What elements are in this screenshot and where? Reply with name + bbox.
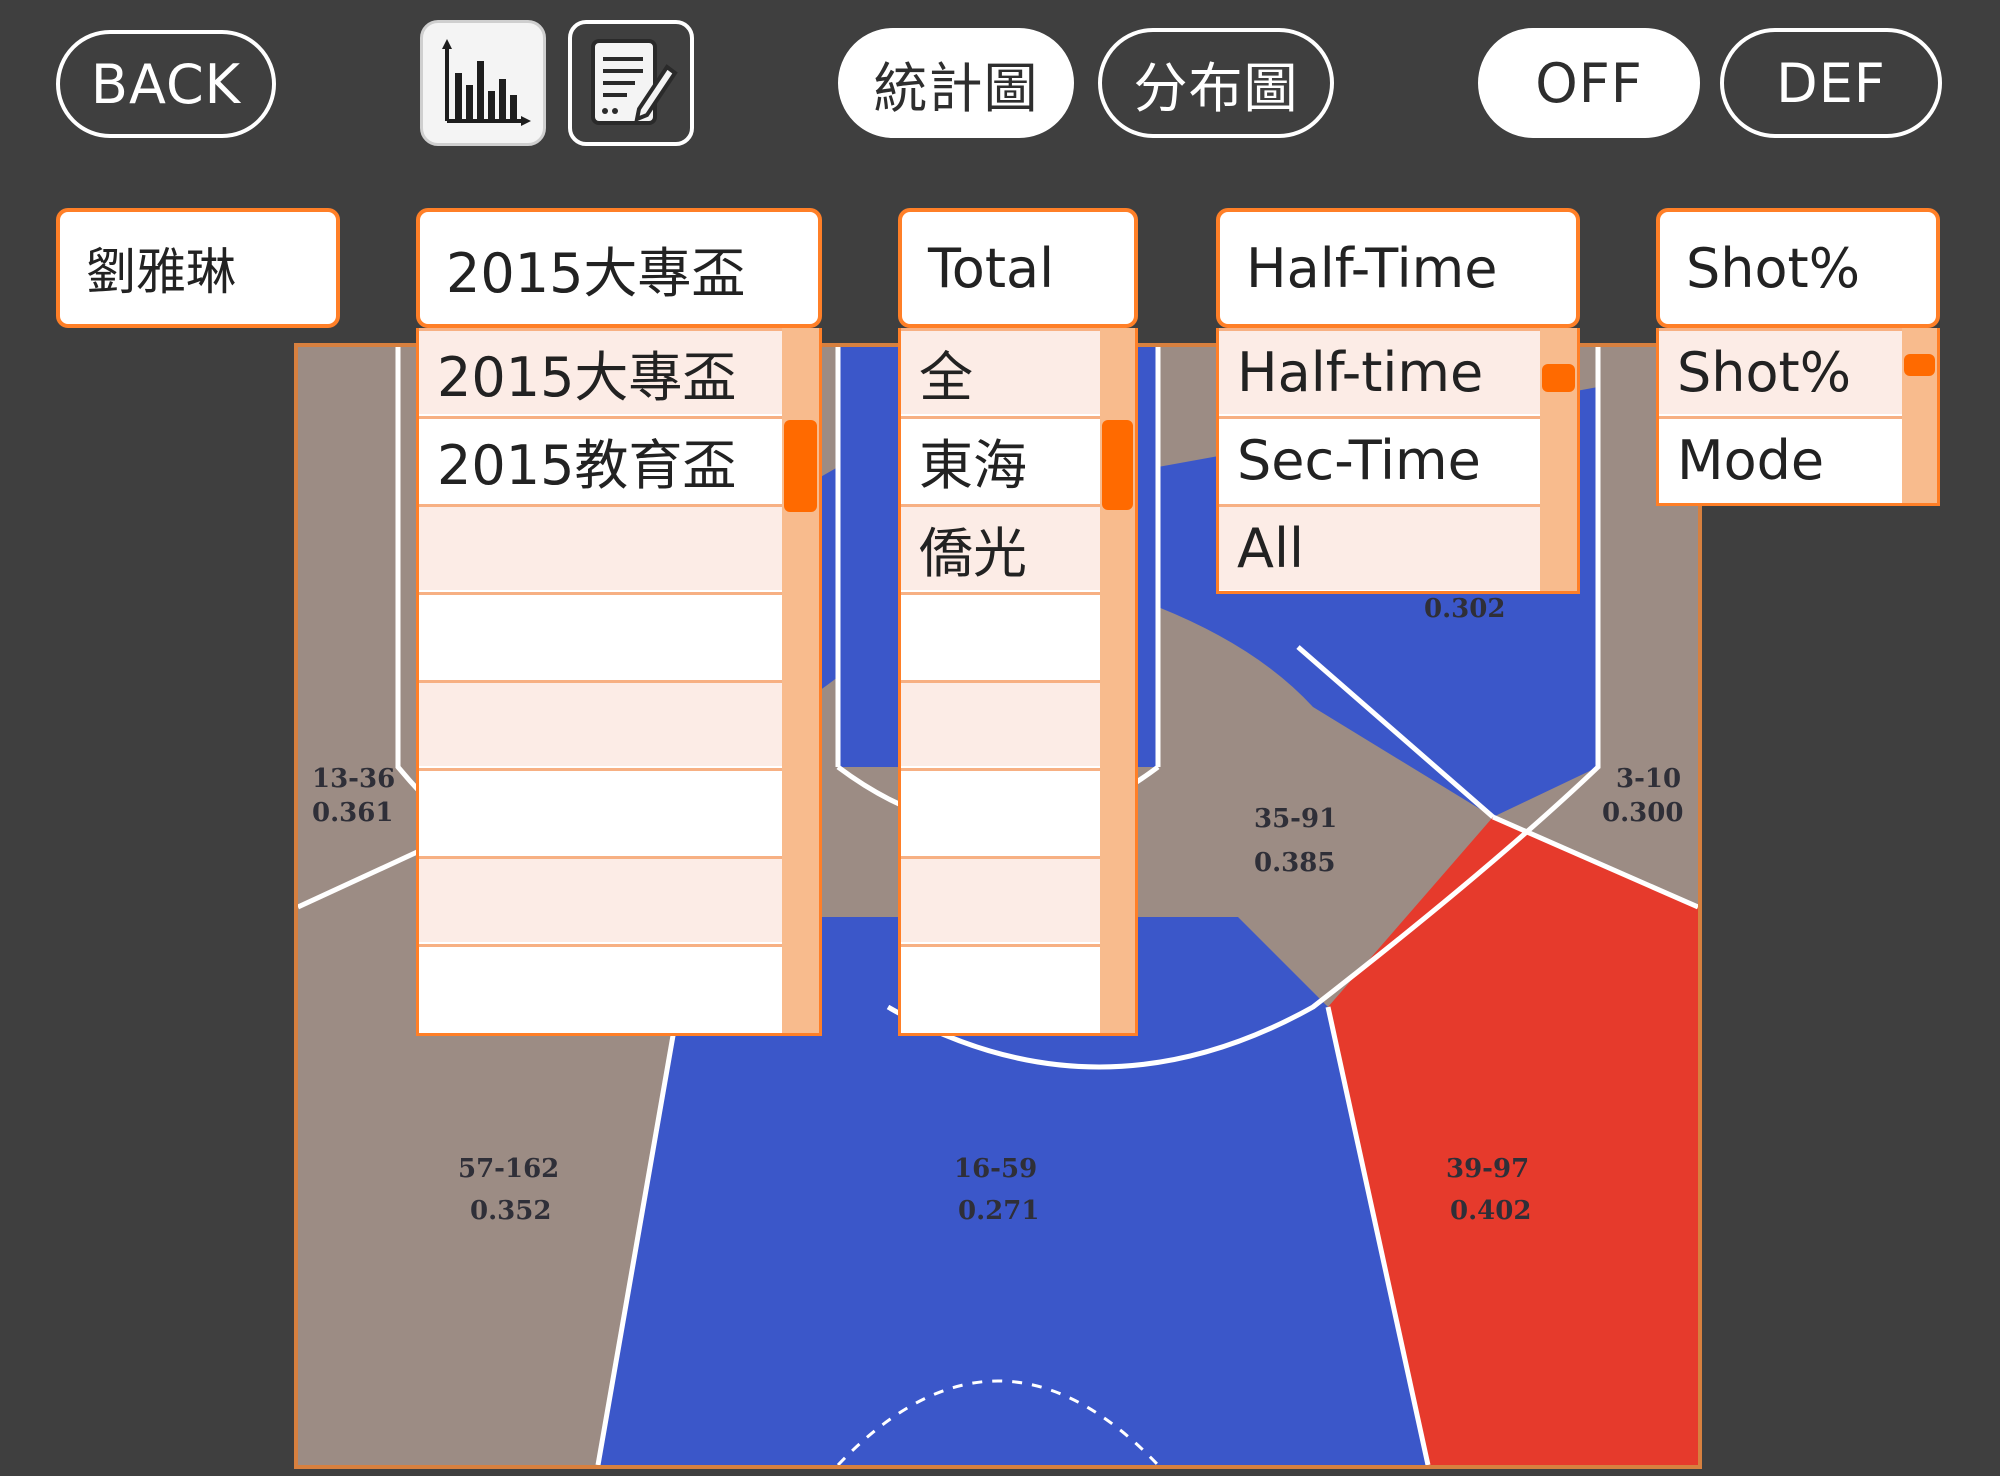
period-select-value: Half-Time xyxy=(1246,236,1498,300)
tournament-select-value: 2015大專盃 xyxy=(446,241,746,305)
tab-offense-label: OFF xyxy=(1535,51,1643,115)
opponent-select[interactable]: Total xyxy=(898,208,1138,328)
opponent-select-value: Total xyxy=(928,236,1055,300)
dropdown-option[interactable]: All xyxy=(1219,504,1543,590)
dropdown-option[interactable] xyxy=(419,592,785,678)
option-label: 2015大專盃 xyxy=(437,346,737,409)
zone-label-made: 57-162 xyxy=(458,1154,559,1184)
zone-label-made: 13-36 xyxy=(312,764,395,794)
zone-label-pct: 0.385 xyxy=(1254,848,1335,878)
zone-label-pct: 0.361 xyxy=(312,798,393,828)
option-label: 2015教育盃 xyxy=(437,434,737,497)
tab-stats-chart-label: 統計圖 xyxy=(873,56,1039,120)
dropdown-scrollbar[interactable] xyxy=(1540,328,1577,591)
tournament-dropdown[interactable]: 2015大專盃 2015教育盃 xyxy=(416,328,822,1036)
zone-label-pct: 0.302 xyxy=(1424,594,1505,624)
player-select-value: 劉雅琳 xyxy=(86,243,236,301)
dropdown-option[interactable] xyxy=(901,680,1103,766)
metric-select-value: Shot% xyxy=(1686,236,1861,300)
zone-label-pct: 0.300 xyxy=(1602,798,1683,828)
dropdown-option[interactable]: 僑光 xyxy=(901,504,1103,590)
scrollbar-thumb[interactable] xyxy=(1102,420,1133,510)
dropdown-option[interactable] xyxy=(419,504,785,590)
zone-label-pct: 0.271 xyxy=(958,1196,1039,1226)
dropdown-option[interactable] xyxy=(419,680,785,766)
dropdown-option[interactable] xyxy=(901,768,1103,854)
dropdown-scrollbar[interactable] xyxy=(782,328,819,1033)
dropdown-option[interactable]: 東海 xyxy=(901,416,1103,502)
zone-label-made: 16-59 xyxy=(954,1154,1037,1184)
edit-notes-icon[interactable] xyxy=(568,20,694,146)
zone-label-pct: 0.352 xyxy=(470,1196,551,1226)
back-label: BACK xyxy=(90,52,242,116)
dropdown-option[interactable]: Shot% xyxy=(1659,328,1905,414)
dropdown-scrollbar[interactable] xyxy=(1902,328,1937,503)
zone-label-made: 35-91 xyxy=(1254,804,1337,834)
dropdown-option[interactable]: Mode xyxy=(1659,416,1905,502)
dropdown-option[interactable] xyxy=(901,944,1103,1030)
back-button[interactable]: BACK xyxy=(56,30,276,138)
scrollbar-thumb[interactable] xyxy=(1904,354,1935,376)
player-select[interactable]: 劉雅琳 xyxy=(56,208,340,328)
bar-chart-glyph xyxy=(442,39,531,126)
zone-label-made: 3-10 xyxy=(1616,764,1681,794)
dropdown-option[interactable] xyxy=(901,856,1103,942)
period-dropdown[interactable]: Half-time Sec-Time All xyxy=(1216,328,1580,594)
tab-distribution-chart[interactable]: 分布圖 xyxy=(1098,28,1334,138)
dropdown-option[interactable]: 全 xyxy=(901,328,1103,414)
option-label: 全 xyxy=(919,346,973,409)
dropdown-option[interactable]: 2015大專盃 xyxy=(419,328,785,414)
bar-chart-icon[interactable] xyxy=(420,20,546,146)
metric-dropdown[interactable]: Shot% Mode xyxy=(1656,328,1940,506)
scrollbar-thumb[interactable] xyxy=(1542,364,1575,392)
tab-distribution-chart-label: 分布圖 xyxy=(1133,56,1299,120)
tab-defense-label: DEF xyxy=(1776,51,1886,115)
scrollbar-thumb[interactable] xyxy=(784,420,817,512)
zone-label-made: 39-97 xyxy=(1446,1154,1529,1184)
tournament-select[interactable]: 2015大專盃 xyxy=(416,208,822,328)
option-label: 僑光 xyxy=(919,522,1027,585)
option-label: Sec-Time xyxy=(1237,429,1481,492)
option-label: 東海 xyxy=(919,434,1027,497)
tab-defense[interactable]: DEF xyxy=(1720,28,1942,138)
dropdown-option[interactable]: Half-time xyxy=(1219,328,1543,414)
tab-offense[interactable]: OFF xyxy=(1478,28,1700,138)
metric-select[interactable]: Shot% xyxy=(1656,208,1940,328)
option-label: Shot% xyxy=(1677,341,1852,404)
period-select[interactable]: Half-Time xyxy=(1216,208,1580,328)
option-label: Mode xyxy=(1677,429,1825,492)
dropdown-option[interactable] xyxy=(419,944,785,1030)
notes-glyph xyxy=(591,39,678,125)
dropdown-option[interactable]: Sec-Time xyxy=(1219,416,1543,502)
dropdown-option[interactable]: 2015教育盃 xyxy=(419,416,785,502)
opponent-dropdown[interactable]: 全 東海 僑光 xyxy=(898,328,1138,1036)
option-label: All xyxy=(1237,517,1304,580)
dropdown-option[interactable] xyxy=(901,592,1103,678)
zone-label-pct: 0.402 xyxy=(1450,1196,1531,1226)
dropdown-option[interactable] xyxy=(419,856,785,942)
tab-stats-chart[interactable]: 統計圖 xyxy=(838,28,1074,138)
dropdown-scrollbar[interactable] xyxy=(1100,328,1135,1033)
option-label: Half-time xyxy=(1237,341,1484,404)
dropdown-option[interactable] xyxy=(419,768,785,854)
